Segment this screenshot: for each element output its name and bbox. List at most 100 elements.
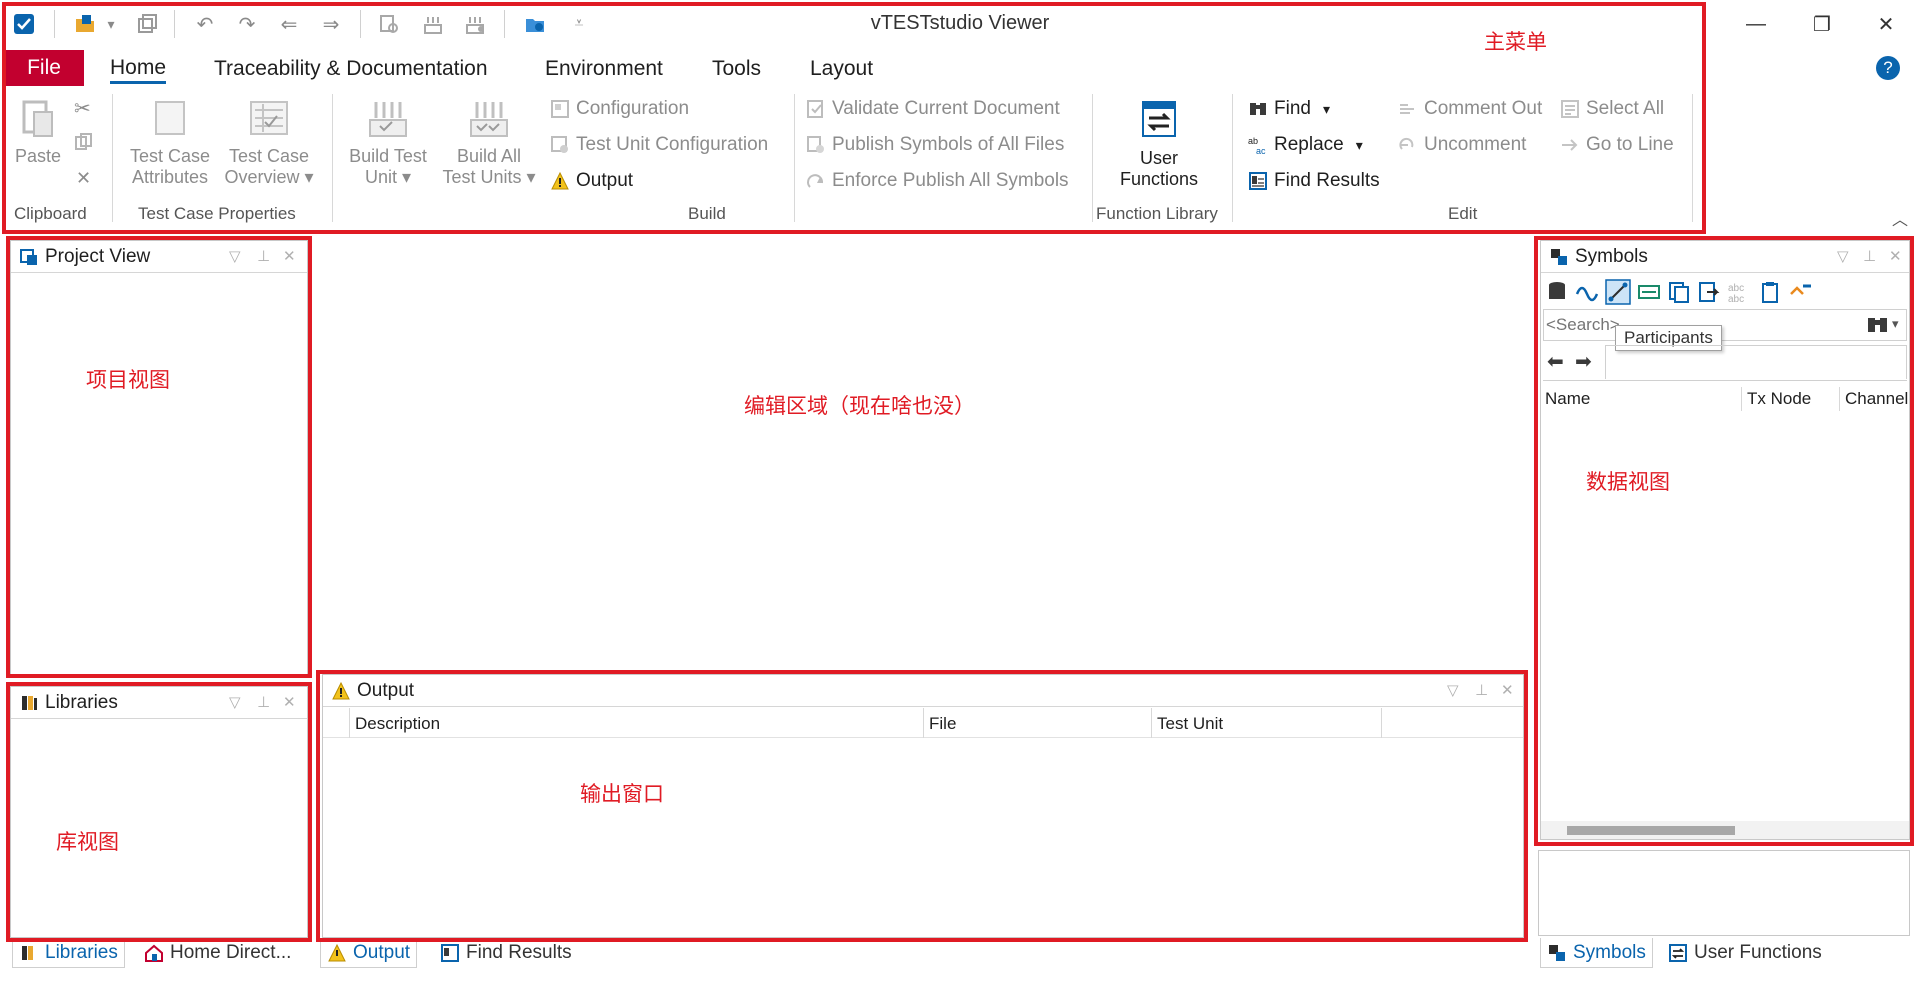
tab-symbols[interactable]: Symbols [1540, 938, 1653, 968]
back-arrow-icon[interactable]: ⬅ [1547, 349, 1564, 374]
tab-layout[interactable]: Layout [810, 54, 873, 84]
find-results-button[interactable]: Find Results [1248, 170, 1380, 192]
validate-document-button[interactable]: Validate Current Document [806, 98, 1060, 120]
enforce-publish-button[interactable]: Enforce Publish All Symbols [806, 170, 1069, 192]
pin-icon[interactable]: ⊥ [1475, 681, 1488, 699]
uncomment-label: Uncomment [1424, 134, 1527, 155]
replace-dropdown-icon[interactable]: ▾ [1356, 137, 1363, 154]
tab-traceability[interactable]: Traceability & Documentation [214, 54, 488, 84]
build-test-unit-button[interactable]: Build Test Unit ▾ [342, 96, 434, 188]
edit-group-label: Edit [1448, 204, 1478, 223]
forward-arrow-icon[interactable]: ➡ [1575, 349, 1592, 374]
tab-output[interactable]: Output [320, 938, 418, 968]
symbols-title: Symbols [1575, 245, 1648, 267]
svg-text:ac: ac [1256, 146, 1266, 155]
delete-icon[interactable]: ✕ [76, 168, 91, 189]
column-test-unit[interactable]: Test Unit [1157, 714, 1223, 734]
test-case-attributes-button[interactable]: Test Case Attributes [122, 96, 218, 188]
insert-symbol-icon[interactable] [1697, 280, 1721, 304]
help-icon[interactable]: ? [1876, 56, 1900, 80]
restore-icon[interactable]: ❐ [1792, 4, 1852, 44]
replace-button[interactable]: ab ac Replace ▾ [1248, 134, 1363, 156]
copy-icon[interactable] [74, 132, 100, 152]
project-view-title: Project View [45, 245, 151, 267]
column-file[interactable]: File [929, 714, 956, 734]
build-unit-quick-icon[interactable] [418, 10, 448, 38]
message-icon[interactable] [1637, 280, 1661, 304]
tab-tools[interactable]: Tools [712, 54, 761, 84]
pin-icon[interactable]: ⊥ [1863, 247, 1876, 265]
save-all-icon[interactable] [132, 10, 162, 38]
panel-menu-icon[interactable]: ▽ [229, 693, 241, 711]
customize-toolbar-icon[interactable]: ⩡ [566, 10, 592, 38]
column-description[interactable]: Description [355, 714, 440, 734]
abc-icon[interactable]: abcabc [1727, 280, 1753, 304]
symbols-path-field[interactable] [1605, 345, 1907, 379]
signal-icon[interactable] [1575, 280, 1599, 304]
database-icon[interactable] [1545, 280, 1569, 304]
build-all-test-units-button[interactable]: Build All Test Units ▾ [438, 96, 540, 188]
enforce-icon [807, 174, 824, 188]
user-functions-button[interactable]: User Functions [1104, 98, 1214, 190]
pin-icon[interactable]: ⊥ [257, 693, 270, 711]
publish-symbols-button[interactable]: Publish Symbols of All Files [806, 134, 1064, 156]
libraries-panel: Libraries ▽ ⊥ ✕ [10, 686, 308, 938]
collapse-all-icon[interactable] [1787, 280, 1813, 304]
editor-area[interactable] [316, 240, 1530, 666]
navigate-back-icon[interactable]: ⇐ [274, 10, 304, 38]
tab-file[interactable]: File [4, 50, 84, 86]
panel-menu-icon[interactable]: ▽ [229, 247, 241, 265]
project-settings-icon[interactable] [520, 10, 550, 38]
svg-text:abc: abc [1728, 294, 1744, 304]
output-button[interactable]: Output [550, 170, 633, 192]
close-window-icon[interactable]: ✕ [1856, 4, 1916, 44]
test-unit-configuration-button[interactable]: Test Unit Configuration [550, 134, 768, 156]
tab-environment[interactable]: Environment [545, 54, 663, 84]
tab-libraries[interactable]: Libraries [12, 938, 125, 968]
build-all-quick-icon[interactable] [460, 10, 490, 38]
column-name[interactable]: Name [1545, 389, 1590, 409]
pin-icon[interactable]: ⊥ [257, 247, 270, 265]
copy-symbol-icon[interactable] [1667, 280, 1691, 304]
participants-icon[interactable] [1605, 279, 1631, 305]
find-button[interactable]: Find ▾ [1248, 98, 1330, 120]
libraries-icon [22, 695, 37, 710]
column-tx-node[interactable]: Tx Node [1747, 389, 1811, 409]
find-dropdown-icon[interactable]: ▾ [1323, 101, 1330, 118]
panel-close-icon[interactable]: ✕ [283, 247, 296, 265]
binoculars-icon[interactable] [1866, 314, 1890, 336]
navigate-forward-icon[interactable]: ⇒ [316, 10, 346, 38]
uncomment-button[interactable]: Uncomment [1398, 134, 1526, 156]
panel-close-icon[interactable]: ✕ [1889, 247, 1902, 265]
open-file-icon[interactable] [70, 10, 100, 38]
scrollbar-thumb[interactable] [1567, 826, 1735, 835]
panel-menu-icon[interactable]: ▽ [1837, 247, 1849, 265]
column-channel[interactable]: Channel [1845, 389, 1908, 409]
output-panel: Output ▽ ⊥ ✕ Description File Test Unit [322, 674, 1524, 938]
select-all-button[interactable]: Select All [1560, 98, 1664, 120]
panel-close-icon[interactable]: ✕ [1501, 681, 1514, 699]
redo-icon[interactable]: ↷ [232, 10, 262, 38]
undo-icon[interactable]: ↶ [190, 10, 220, 38]
tab-home[interactable]: Home [110, 54, 167, 84]
paste-button[interactable]: Paste [10, 96, 66, 167]
open-dropdown-icon[interactable]: ▾ [102, 10, 120, 38]
panel-menu-icon[interactable]: ▽ [1447, 681, 1459, 699]
symbols-search-box[interactable]: ▾ [1543, 309, 1907, 341]
tab-user-functions[interactable]: User Functions [1668, 938, 1822, 968]
tab-home-directory[interactable]: Home Direct... [144, 938, 291, 968]
search-options-dropdown-icon[interactable]: ▾ [1892, 316, 1899, 332]
symbols-horizontal-scrollbar[interactable] [1541, 821, 1909, 839]
panel-close-icon[interactable]: ✕ [283, 693, 296, 711]
test-case-overview-button[interactable]: Test Case Overview ▾ [220, 96, 318, 188]
configuration-button[interactable]: Configuration [550, 98, 689, 120]
cut-icon[interactable]: ✂ [74, 96, 91, 121]
clipboard-icon[interactable] [1759, 280, 1781, 304]
compare-icon[interactable] [374, 10, 404, 38]
minimize-icon[interactable]: — [1726, 4, 1786, 44]
tab-find-results[interactable]: Find Results [440, 938, 572, 968]
collapse-ribbon-icon[interactable]: ︿ [1892, 206, 1908, 230]
comment-out-button[interactable]: Comment Out [1398, 98, 1542, 120]
go-to-line-button[interactable]: Go to Line [1560, 134, 1674, 156]
enforce-label: Enforce Publish All Symbols [832, 170, 1069, 191]
